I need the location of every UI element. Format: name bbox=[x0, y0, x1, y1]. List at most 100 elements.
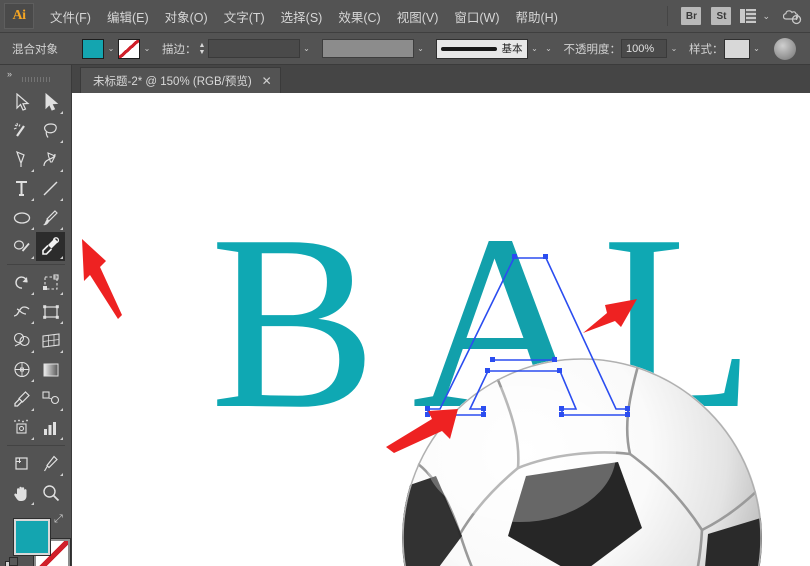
menu-view[interactable]: 视图(V) bbox=[389, 3, 447, 30]
tool-group-indicator-icon bbox=[31, 321, 34, 324]
fill-swatch[interactable] bbox=[13, 518, 51, 556]
bridge-icon[interactable]: Br bbox=[681, 7, 702, 25]
ellipse-tool[interactable] bbox=[7, 203, 36, 232]
hand-tool[interactable] bbox=[7, 478, 36, 507]
tool-group-indicator-icon bbox=[60, 437, 63, 440]
arrow-to-letter-a bbox=[583, 299, 637, 333]
shaper-tool[interactable] bbox=[7, 232, 36, 261]
stroke-dropdown-chevron-icon[interactable]: ⌄ bbox=[140, 39, 154, 59]
tool-group-indicator-icon bbox=[60, 140, 63, 143]
creative-cloud-icon[interactable] bbox=[782, 6, 804, 26]
gradient-tool[interactable] bbox=[36, 355, 65, 384]
tool-group-indicator-icon bbox=[31, 169, 34, 172]
tool-panel-divider bbox=[7, 264, 65, 265]
stroke-style-input[interactable] bbox=[321, 39, 414, 58]
shape-builder-tool[interactable] bbox=[7, 326, 36, 355]
tool-grid-navigation bbox=[0, 449, 72, 507]
menu-file[interactable]: 文件(F) bbox=[42, 3, 99, 30]
stroke-weight-label: 描边： bbox=[162, 43, 197, 56]
stroke-weight-input[interactable] bbox=[207, 39, 300, 58]
stock-icon[interactable]: St bbox=[711, 7, 732, 25]
style-chevron-icon[interactable]: ⌄ bbox=[750, 39, 764, 59]
pen-tool[interactable] bbox=[7, 145, 36, 174]
tool-panel-divider bbox=[7, 445, 65, 446]
menu-select[interactable]: 选择(S) bbox=[273, 3, 331, 30]
menu-object[interactable]: 对象(O) bbox=[157, 3, 216, 30]
document-tab-bar: 未标题-2* @ 150% (RGB/预览) ✕ bbox=[72, 65, 810, 93]
eyedropper-sample-tool[interactable] bbox=[7, 384, 36, 413]
stepper-down-icon[interactable]: ▼ bbox=[199, 49, 206, 56]
menu-window[interactable]: 窗口(W) bbox=[446, 3, 507, 30]
symbol-sprayer-tool[interactable] bbox=[7, 413, 36, 442]
paintbrush-tool[interactable] bbox=[36, 203, 65, 232]
type-tool[interactable] bbox=[7, 174, 36, 203]
selection-tool[interactable] bbox=[7, 87, 36, 116]
fill-dropdown-chevron-icon[interactable]: ⌄ bbox=[104, 39, 118, 59]
illustrator-window: Ai 文件(F) 编辑(E) 对象(O) 文字(T) 选择(S) 效果(C) 视… bbox=[0, 0, 810, 566]
soccer-ball-photo[interactable] bbox=[402, 358, 762, 566]
arrow-to-eyedropper bbox=[82, 239, 122, 319]
stroke-profile-chevron-icon[interactable]: ⌄ bbox=[528, 39, 542, 59]
tool-group-indicator-icon bbox=[60, 292, 63, 295]
style-label: 样式： bbox=[689, 43, 724, 56]
tool-group-indicator-icon bbox=[31, 502, 34, 505]
stroke-weight-chevron-icon[interactable]: ⌄ bbox=[300, 39, 314, 59]
eyedropper-tool[interactable] bbox=[36, 232, 65, 261]
stroke-profile-label: 基本 bbox=[501, 43, 523, 55]
curvature-tool[interactable] bbox=[36, 145, 65, 174]
perspective-grid-tool[interactable] bbox=[36, 326, 65, 355]
column-graph-tool[interactable] bbox=[36, 413, 65, 442]
menu-effect[interactable]: 效果(C) bbox=[330, 3, 388, 30]
tool-panel-header: » bbox=[0, 65, 71, 87]
stroke-weight-stepper[interactable]: ▲ ▼ bbox=[197, 40, 208, 58]
fill-color-swatch[interactable] bbox=[82, 38, 104, 59]
blend-tool[interactable] bbox=[36, 384, 65, 413]
tool-group-indicator-icon bbox=[60, 111, 63, 114]
artboard-canvas[interactable]: B A L bbox=[72, 93, 810, 566]
magic-wand-tool[interactable] bbox=[7, 116, 36, 145]
graphic-style-swatch[interactable] bbox=[723, 38, 750, 59]
arrow-to-ball-edge bbox=[386, 409, 458, 453]
collapse-panel-icon[interactable]: » bbox=[7, 69, 12, 79]
default-fill-stroke-icon[interactable] bbox=[5, 557, 19, 566]
direct-selection-tool[interactable] bbox=[36, 87, 65, 116]
control-options-bar: 混合对象 ⌄ ⌄ 描边： ▲ ▼ ⌄ ⌄ 基本 ⌄ ⌄ 不透明度： 100% ⌄… bbox=[0, 33, 810, 65]
scale-tool[interactable] bbox=[36, 268, 65, 297]
artboard-tool[interactable] bbox=[7, 449, 36, 478]
stroke-profile-selector[interactable]: 基本 bbox=[435, 38, 528, 59]
opacity-input[interactable]: 100% bbox=[621, 39, 667, 58]
tool-group-indicator-icon bbox=[60, 256, 63, 259]
menu-divider bbox=[667, 6, 669, 26]
line-segment-tool[interactable] bbox=[36, 174, 65, 203]
chevron-down-icon: ⌄ bbox=[762, 10, 770, 21]
letter-b[interactable]: B bbox=[210, 198, 377, 448]
rotate-tool[interactable] bbox=[7, 268, 36, 297]
tool-group-indicator-icon bbox=[60, 408, 63, 411]
lasso-tool[interactable] bbox=[36, 116, 65, 145]
free-transform-tool[interactable] bbox=[36, 297, 65, 326]
stroke-color-swatch[interactable] bbox=[118, 38, 140, 59]
mesh-tool[interactable] bbox=[7, 355, 36, 384]
document-tab[interactable]: 未标题-2* @ 150% (RGB/预览) ✕ bbox=[80, 67, 281, 93]
stepper-up-icon[interactable]: ▲ bbox=[199, 42, 206, 49]
brush-definition-chevron-icon[interactable]: ⌄ bbox=[542, 39, 556, 59]
opacity-chevron-icon[interactable]: ⌄ bbox=[667, 39, 681, 59]
tool-grid-primary bbox=[0, 87, 72, 261]
document-setup-icon[interactable] bbox=[773, 37, 796, 60]
swap-fill-stroke-icon[interactable]: ⤢ bbox=[54, 513, 63, 526]
tool-grid-transform bbox=[0, 268, 72, 442]
close-icon[interactable]: ✕ bbox=[262, 75, 272, 87]
stroke-style-chevron-icon[interactable]: ⌄ bbox=[414, 39, 428, 59]
artwork-group: B A L bbox=[72, 93, 810, 566]
panel-drag-handle[interactable] bbox=[22, 77, 52, 82]
menu-edit[interactable]: 编辑(E) bbox=[99, 3, 157, 30]
menu-bar-right-group: Br St ⌄ bbox=[659, 6, 810, 26]
zoom-tool[interactable] bbox=[36, 478, 65, 507]
width-tool[interactable] bbox=[7, 297, 36, 326]
slice-tool[interactable] bbox=[36, 449, 65, 478]
tool-group-indicator-icon bbox=[60, 198, 63, 201]
menu-type[interactable]: 文字(T) bbox=[216, 3, 273, 30]
workspace-switcher[interactable]: ⌄ bbox=[740, 9, 770, 23]
selection-type-label: 混合对象 bbox=[12, 43, 58, 56]
menu-help[interactable]: 帮助(H) bbox=[508, 3, 566, 30]
